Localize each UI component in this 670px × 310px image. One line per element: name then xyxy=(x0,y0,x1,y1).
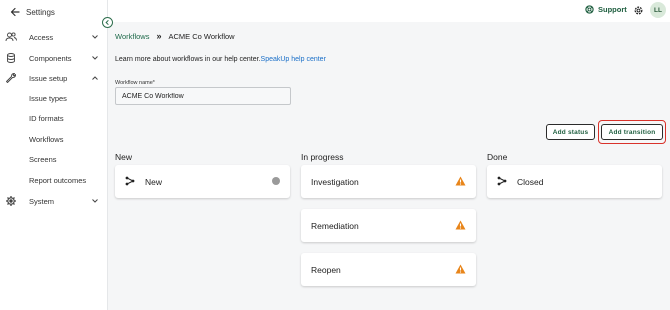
workflow-name-input[interactable] xyxy=(115,87,291,105)
column-title-new: New xyxy=(115,152,133,162)
chevron-down-icon xyxy=(92,56,98,60)
workflow-name-label: Workflow name* xyxy=(115,80,155,86)
breadcrumb: Workflows » ACME Co Workflow xyxy=(115,31,235,41)
warning-icon xyxy=(455,176,466,186)
people-icon xyxy=(5,32,17,42)
top-bar: Support LL xyxy=(108,0,670,22)
database-icon xyxy=(7,53,15,63)
sidebar-item-components[interactable]: Components xyxy=(0,49,108,67)
status-card-label: Remediation xyxy=(311,221,359,231)
back-arrow-icon[interactable] xyxy=(9,6,21,18)
add-transition-button[interactable]: Add transition xyxy=(601,124,663,140)
sidebar-subitem-issue-types[interactable]: Issue types xyxy=(29,92,67,106)
sidebar-item-access[interactable]: Access xyxy=(0,28,108,46)
settings-gear-icon[interactable] xyxy=(633,5,644,16)
support-link[interactable]: Support xyxy=(585,5,627,14)
wrench-icon xyxy=(6,73,16,83)
collapse-sidebar-button[interactable] xyxy=(102,17,113,28)
transition-icon xyxy=(125,176,135,186)
sidebar: Settings Access Components Issue setup I… xyxy=(0,0,108,310)
sidebar-item-system[interactable]: System xyxy=(0,192,108,210)
status-card-label: Closed xyxy=(517,177,544,187)
status-card-closed[interactable]: Closed xyxy=(487,165,662,198)
support-label: Support xyxy=(598,5,627,14)
sidebar-subitem-workflows[interactable]: Workflows xyxy=(29,133,63,147)
column-title-done: Done xyxy=(487,152,508,162)
warning-icon xyxy=(455,220,466,230)
breadcrumb-workflows-link[interactable]: Workflows xyxy=(115,32,149,41)
chevron-down-icon xyxy=(92,199,98,203)
status-card-label: Reopen xyxy=(311,265,341,275)
lifebuoy-icon xyxy=(585,5,594,14)
sidebar-item-label: System xyxy=(29,196,55,206)
help-text-body: Learn more about workflows in our help c… xyxy=(115,56,261,63)
status-dot-icon xyxy=(272,177,280,185)
status-card-remediation[interactable]: Remediation xyxy=(301,209,476,242)
chevron-up-icon xyxy=(92,76,98,80)
sidebar-header[interactable]: Settings xyxy=(0,0,107,24)
chevron-left-icon xyxy=(105,19,109,26)
status-card-label: New xyxy=(145,177,163,187)
transition-icon xyxy=(497,176,507,186)
avatar[interactable]: LL xyxy=(650,2,666,18)
sidebar-title: Settings xyxy=(26,7,55,17)
chevron-down-icon xyxy=(92,35,98,39)
column-title-in-progress: In progress xyxy=(301,152,344,162)
sidebar-subitem-screens[interactable]: Screens xyxy=(29,153,57,167)
status-card-investigation[interactable]: Investigation xyxy=(301,165,476,198)
sidebar-subitem-id-formats[interactable]: ID formats xyxy=(29,112,64,126)
sidebar-item-label: Components xyxy=(29,53,72,63)
gear-icon xyxy=(6,196,16,206)
sidebar-item-label: Issue setup xyxy=(29,73,68,83)
status-card-label: Investigation xyxy=(311,177,359,187)
warning-icon xyxy=(455,264,466,274)
double-chevron-right-icon: » xyxy=(156,31,162,41)
add-status-button[interactable]: Add status xyxy=(546,124,595,140)
sidebar-item-issue-setup[interactable]: Issue setup xyxy=(0,69,108,87)
sidebar-item-label: Access xyxy=(29,32,54,42)
status-card-new[interactable]: New xyxy=(115,165,290,198)
help-text: Learn more about workflows in our help c… xyxy=(115,56,326,63)
status-card-reopen[interactable]: Reopen xyxy=(301,253,476,286)
sidebar-subitem-report-outcomes[interactable]: Report outcomes xyxy=(29,174,86,188)
breadcrumb-current: ACME Co Workflow xyxy=(168,31,235,41)
main-content: Support LL Workflows » ACME Co Workflow … xyxy=(108,0,670,310)
help-center-link[interactable]: SpeakUp help center xyxy=(261,56,326,63)
